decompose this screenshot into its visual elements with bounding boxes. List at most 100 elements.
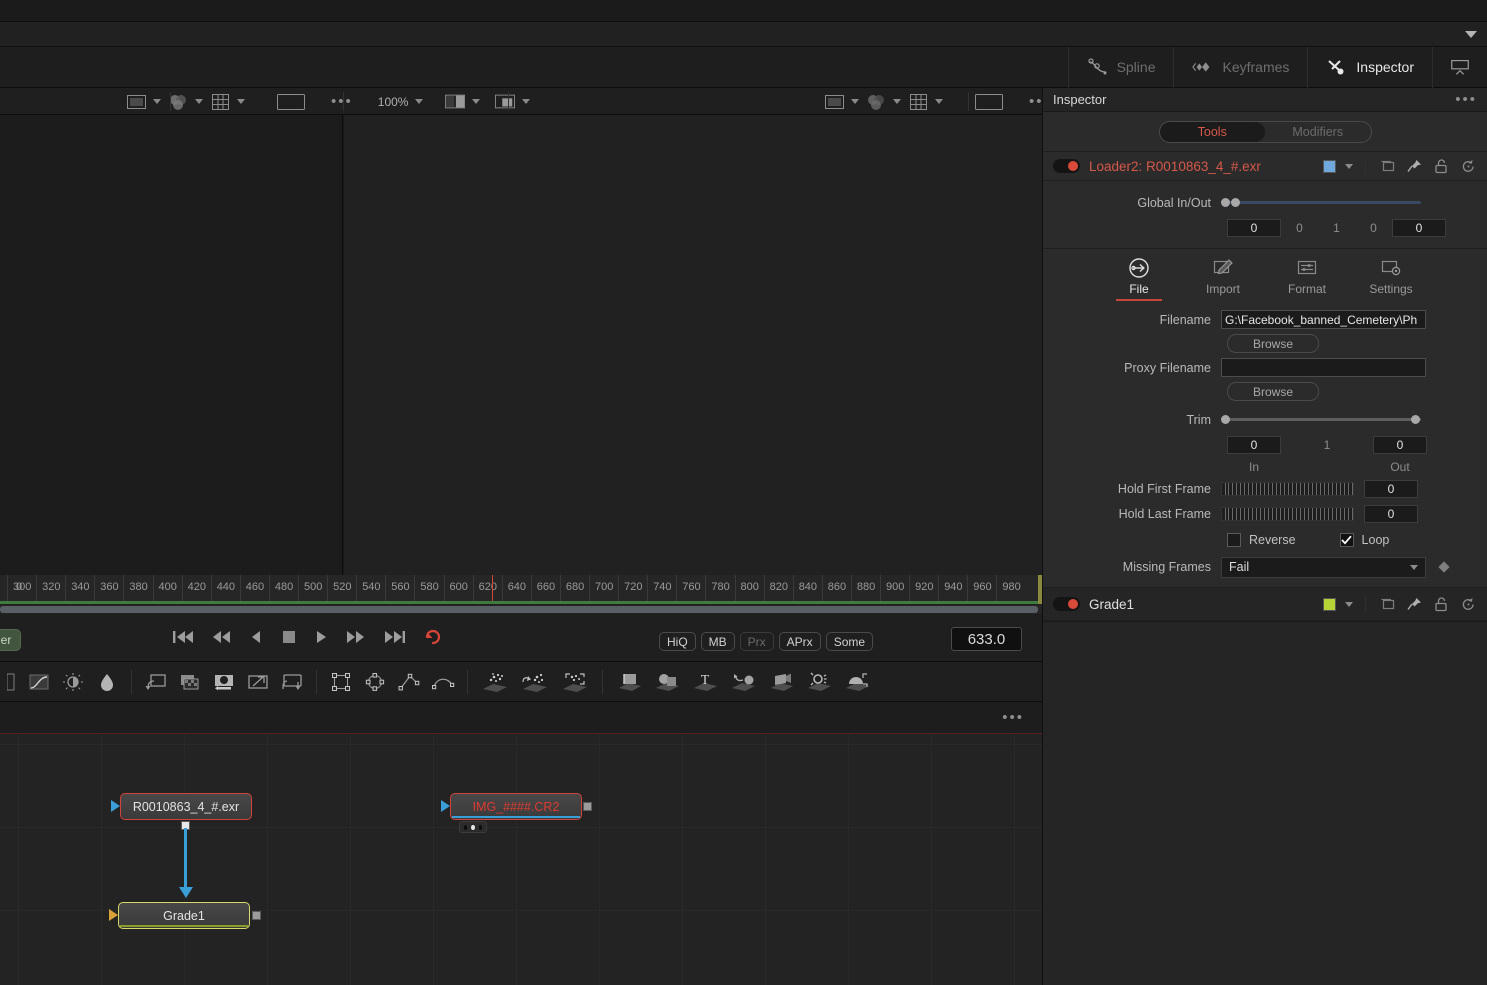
ellipse-mask-icon[interactable]: [358, 669, 392, 695]
jump-to-end-button[interactable]: [384, 629, 406, 650]
transform-icon[interactable]: [275, 669, 309, 695]
menubar-item-keyframes[interactable]: Keyframes: [1173, 46, 1307, 88]
merge-icon[interactable]: [139, 669, 173, 695]
browse-button[interactable]: Browse: [1227, 334, 1319, 353]
image-plane-3d-icon[interactable]: [610, 669, 648, 695]
curves-icon[interactable]: [22, 669, 56, 695]
reset-icon[interactable]: [1459, 157, 1477, 175]
reverse-checkbox[interactable]: [1227, 532, 1241, 547]
stop-button[interactable]: [281, 629, 297, 650]
node-color-swatch[interactable]: [1323, 597, 1336, 611]
particle-emitter-icon[interactable]: [475, 669, 515, 695]
quality-chip-hiq[interactable]: HiQ: [659, 632, 696, 651]
hold-last-frame-slider[interactable]: [1221, 506, 1354, 521]
hold-first-frame-field[interactable]: 0: [1364, 479, 1418, 498]
viewer-panel-right[interactable]: [344, 115, 1042, 575]
global-out-handle[interactable]: [1231, 198, 1240, 207]
checker-rect-icon[interactable]: [126, 93, 146, 110]
node-input-arrow[interactable]: [109, 909, 118, 921]
split-view-icon[interactable]: [445, 93, 466, 110]
chevron-down-icon[interactable]: [1345, 601, 1353, 607]
merge-3d-icon[interactable]: [724, 669, 762, 695]
trim-in-field[interactable]: 0: [1227, 435, 1281, 454]
timeline-scrollbar[interactable]: [0, 605, 1042, 614]
pin-icon[interactable]: [1405, 157, 1423, 175]
rectangle-icon[interactable]: [974, 93, 1004, 110]
color-corrector-icon[interactable]: [90, 669, 124, 695]
node-loader-cr2[interactable]: IMG_####.CR2: [450, 793, 582, 820]
trim-out-handle[interactable]: [1411, 415, 1420, 424]
node-input-arrow[interactable]: [111, 800, 120, 812]
checker-merge-icon[interactable]: [173, 669, 207, 695]
play-button[interactable]: [314, 629, 328, 650]
quality-chip-some[interactable]: Some: [825, 632, 874, 651]
lock-icon[interactable]: [1432, 595, 1450, 613]
shape-3d-icon[interactable]: [648, 669, 686, 695]
rewind-button[interactable]: [211, 629, 233, 650]
triangle-down-icon[interactable]: [1465, 30, 1477, 38]
loop-checkbox[interactable]: [1339, 532, 1354, 547]
chevron-down-icon[interactable]: [415, 99, 424, 104]
rectangle-icon[interactable]: [276, 93, 306, 110]
current-time-field[interactable]: 633.0: [951, 627, 1022, 651]
brightness-contrast-icon[interactable]: [56, 669, 90, 695]
fast-forward-button[interactable]: [345, 629, 367, 650]
chevron-down-icon[interactable]: [153, 99, 161, 104]
node-enable-toggle[interactable]: [1053, 597, 1080, 611]
pin-icon[interactable]: [1405, 595, 1423, 613]
chevron-down-icon[interactable]: [237, 99, 245, 104]
diamond-icon[interactable]: [1438, 561, 1450, 573]
node-enable-toggle[interactable]: [1053, 159, 1080, 173]
chevron-down-icon[interactable]: [851, 99, 859, 104]
timeline-ruler[interactable]: 0 300 320 340 360 380 400 420 440 460 480 500 520 540…: [0, 575, 1042, 603]
grid-icon[interactable]: [210, 93, 230, 110]
node-input-arrow[interactable]: [441, 800, 450, 812]
filename-input[interactable]: G:\Facebook_banned_Cemetery\Ph: [1221, 310, 1426, 329]
chevron-down-icon[interactable]: [1345, 163, 1353, 169]
proxy-filename-input[interactable]: [1221, 358, 1426, 377]
chevron-down-icon[interactable]: [195, 99, 203, 104]
background-icon[interactable]: [0, 669, 22, 695]
tab-modifiers[interactable]: Modifiers: [1265, 122, 1371, 142]
duplicate-icon[interactable]: [1378, 157, 1396, 175]
resize-icon[interactable]: [241, 669, 275, 695]
chevron-down-icon[interactable]: [472, 99, 481, 104]
global-in-handle[interactable]: [1221, 198, 1230, 207]
node-grade1[interactable]: Grade1: [118, 902, 250, 929]
tab-import[interactable]: Import: [1192, 257, 1254, 301]
jump-to-start-button[interactable]: [172, 629, 194, 650]
tab-file[interactable]: File: [1108, 257, 1170, 301]
chevron-down-icon[interactable]: [522, 99, 531, 104]
menubar-item-spline[interactable]: Spline: [1067, 46, 1174, 88]
dissolve-icon[interactable]: [207, 669, 241, 695]
lock-icon[interactable]: [1432, 157, 1450, 175]
inset-view-icon[interactable]: [495, 93, 516, 110]
loop-button[interactable]: [423, 628, 443, 651]
tab-settings[interactable]: Settings: [1360, 257, 1422, 301]
node-graph-canvas[interactable]: R0010863_4_#.exr Grade1 IMG_####.CR2: [0, 734, 1042, 985]
color-circles-icon[interactable]: [866, 93, 886, 110]
bspline-mask-icon[interactable]: [426, 669, 460, 695]
node-output-handle[interactable]: [583, 802, 592, 811]
panel-collapse-button[interactable]: [1432, 46, 1487, 88]
checker-rect-icon[interactable]: [824, 93, 844, 110]
global-out-field[interactable]: 0: [1392, 218, 1446, 237]
grid-icon[interactable]: [908, 93, 928, 110]
viewer-panel-left[interactable]: [0, 115, 343, 575]
missing-frames-dropdown[interactable]: Fail: [1221, 556, 1426, 578]
proxy-browse-button[interactable]: Browse: [1227, 382, 1319, 401]
trim-in-handle[interactable]: [1221, 415, 1230, 424]
spot-light-icon[interactable]: [800, 669, 838, 695]
quality-chip-mb[interactable]: MB: [700, 632, 735, 651]
ellipsis-icon[interactable]: •••: [331, 94, 353, 109]
particle-mask-icon[interactable]: [555, 669, 595, 695]
tab-tools[interactable]: Tools: [1159, 122, 1265, 142]
particle-render-icon[interactable]: [515, 669, 555, 695]
text-3d-icon[interactable]: T: [686, 669, 724, 695]
global-in-field[interactable]: 0: [1227, 218, 1281, 237]
duplicate-icon[interactable]: [1378, 595, 1396, 613]
chevron-down-icon[interactable]: [893, 99, 901, 104]
polygon-mask-icon[interactable]: [392, 669, 426, 695]
color-circles-icon[interactable]: [168, 93, 188, 110]
camera-3d-icon[interactable]: [762, 669, 800, 695]
